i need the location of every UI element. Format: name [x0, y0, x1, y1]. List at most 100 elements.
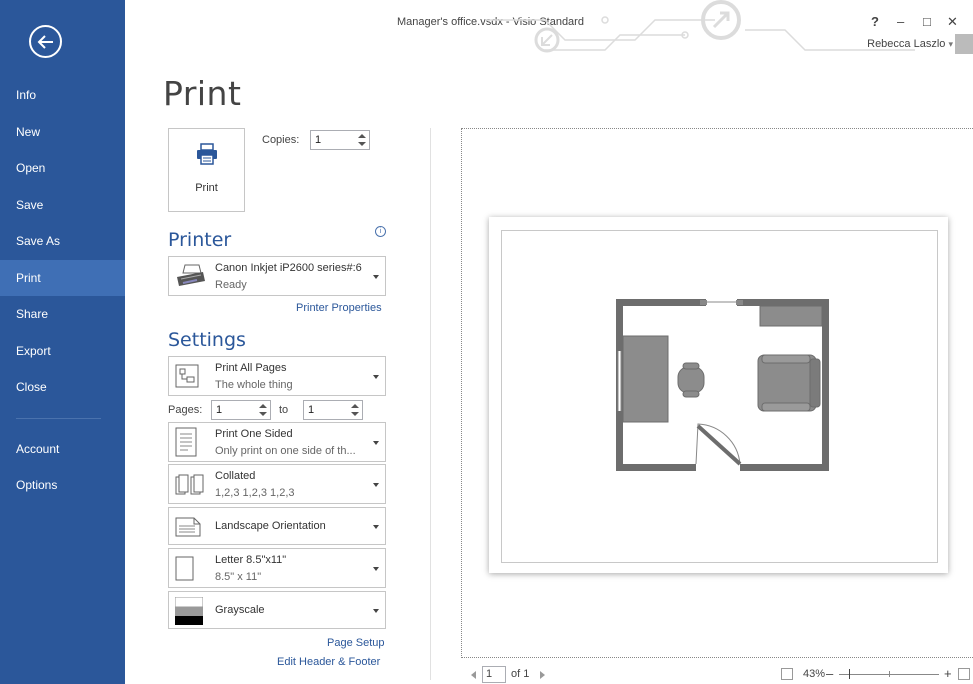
orientation-title: Landscape Orientation — [215, 520, 326, 532]
visio-backstage-print: Info New Open Save Save As Print Share E… — [0, 0, 973, 684]
print-pages-icon — [175, 364, 199, 388]
nav-options[interactable]: Options — [0, 467, 125, 504]
one-sided-page-icon — [175, 427, 197, 457]
pages-from-stepper[interactable]: 1 — [211, 400, 271, 420]
print-button[interactable]: Print — [168, 128, 245, 212]
copies-label: Copies: — [262, 134, 300, 146]
grayscale-icon — [175, 597, 203, 625]
printer-status: Ready — [215, 279, 247, 291]
print-range-dropdown[interactable]: Print All Pages The whole thing — [168, 356, 386, 396]
print-button-label: Print — [195, 182, 218, 194]
print-range-desc: The whole thing — [215, 379, 293, 391]
nav-share[interactable]: Share — [0, 296, 125, 333]
spin-arrows-icon[interactable] — [351, 403, 359, 417]
chevron-down-icon — [373, 441, 379, 445]
chevron-down-icon — [373, 609, 379, 613]
zoom-slider-tick — [889, 671, 890, 677]
print-range-title: Print All Pages — [215, 362, 287, 374]
user-account[interactable]: Rebecca Laszlo ▾ — [867, 38, 953, 50]
collation-dropdown[interactable]: Collated 1,2,3 1,2,3 1,2,3 — [168, 464, 386, 504]
chevron-down-icon — [373, 525, 379, 529]
user-caret-icon: ▾ — [948, 39, 953, 49]
nav-info[interactable]: Info — [0, 77, 125, 114]
collated-icon — [175, 474, 204, 495]
circuit-decoration-icon — [485, 0, 915, 53]
orientation-dropdown[interactable]: Landscape Orientation — [168, 507, 386, 545]
back-button[interactable] — [29, 25, 62, 58]
inkjet-printer-icon — [177, 264, 205, 286]
paper-size-icon — [175, 556, 194, 581]
close-window-button[interactable]: ✕ — [947, 14, 958, 30]
preview-page — [489, 217, 948, 573]
settings-section-title: Settings — [168, 329, 246, 351]
nav-close[interactable]: Close — [0, 369, 125, 406]
nav-save-as[interactable]: Save As — [0, 223, 125, 260]
to-label: to — [279, 404, 289, 416]
page-count: of 1 — [511, 668, 530, 680]
info-icon[interactable]: i — [375, 226, 386, 237]
chevron-down-icon — [373, 567, 379, 571]
spin-arrows-icon[interactable] — [259, 403, 267, 417]
avatar[interactable] — [955, 34, 973, 54]
nav-account[interactable]: Account — [0, 431, 125, 468]
panel-divider — [430, 128, 431, 680]
edit-header-footer-link[interactable]: Edit Header & Footer — [277, 656, 380, 668]
sided-dropdown[interactable]: Print One Sided Only print on one side o… — [168, 422, 386, 462]
pages-from-value: 1 — [216, 404, 223, 416]
zoom-in-button[interactable]: + — [944, 666, 952, 681]
back-arrow-icon — [37, 34, 53, 49]
maximize-button[interactable]: □ — [923, 14, 931, 29]
zoom-to-page-icon[interactable] — [781, 668, 793, 680]
color-title: Grayscale — [215, 604, 265, 616]
office-floorplan — [616, 299, 829, 471]
sided-desc: Only print on one side of th... — [215, 445, 356, 457]
nav-new[interactable]: New — [0, 114, 125, 151]
printer-icon — [197, 143, 217, 165]
pages-to-value: 1 — [308, 404, 315, 416]
nav-export[interactable]: Export — [0, 333, 125, 370]
chevron-down-icon — [373, 375, 379, 379]
nav-print[interactable]: Print — [0, 259, 125, 296]
sided-title: Print One Sided — [215, 428, 293, 440]
backstage-nav: Info New Open Save Save As Print Share E… — [0, 77, 125, 504]
window-controls: ? – □ ✕ — [863, 14, 973, 34]
fit-page-icon[interactable] — [958, 668, 970, 680]
nav-separator — [16, 417, 101, 419]
nav-open[interactable]: Open — [0, 150, 125, 187]
copies-value: 1 — [315, 134, 322, 146]
printer-name: Canon Inkjet iP2600 series#:6 — [215, 262, 362, 274]
copies-stepper[interactable]: 1 — [310, 130, 370, 150]
help-button[interactable]: ? — [871, 14, 879, 29]
chevron-down-icon — [373, 483, 379, 487]
collation-desc: 1,2,3 1,2,3 1,2,3 — [215, 487, 295, 499]
spin-arrows-icon[interactable] — [358, 133, 366, 147]
landscape-page-icon — [175, 517, 201, 537]
preview-footer: 1 of 1 43% – + — [461, 666, 973, 684]
printer-section-title: Printer — [168, 229, 232, 251]
title-bar: Manager's office.vsdx - Visio Standard ?… — [125, 0, 973, 62]
zoom-slider-thumb[interactable] — [849, 669, 850, 679]
printer-properties-link[interactable]: Printer Properties — [296, 302, 382, 314]
page-setup-link[interactable]: Page Setup — [327, 637, 385, 649]
pages-label: Pages: — [168, 404, 203, 416]
zoom-out-button[interactable]: – — [826, 666, 833, 681]
collation-title: Collated — [215, 470, 256, 482]
armchair — [757, 354, 821, 412]
color-dropdown[interactable]: Grayscale — [168, 591, 386, 629]
page-title: Print — [163, 74, 242, 113]
next-page-icon[interactable] — [540, 671, 545, 679]
office-chair — [677, 362, 705, 398]
current-page-input[interactable]: 1 — [482, 666, 506, 683]
pages-to-stepper[interactable]: 1 — [303, 400, 363, 420]
nav-save[interactable]: Save — [0, 187, 125, 224]
zoom-level: 43% — [803, 668, 826, 680]
paper-size-dropdown[interactable]: Letter 8.5"x11" 8.5" x 11" — [168, 548, 386, 588]
printer-dropdown[interactable]: Canon Inkjet iP2600 series#:6 Ready — [168, 256, 386, 296]
backstage-sidebar: Info New Open Save Save As Print Share E… — [0, 0, 125, 684]
paper-size-desc: 8.5" x 11" — [215, 571, 262, 583]
minimize-button[interactable]: – — [897, 14, 904, 29]
chevron-down-icon — [373, 275, 379, 279]
paper-size-title: Letter 8.5"x11" — [215, 554, 287, 566]
previous-page-icon[interactable] — [471, 671, 476, 679]
user-name: Rebecca Laszlo — [867, 38, 946, 50]
